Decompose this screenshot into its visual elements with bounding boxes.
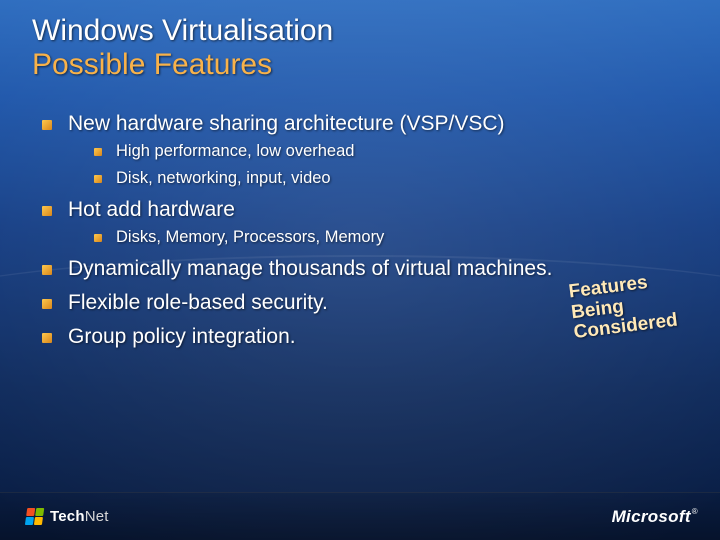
sub-bullet-list: High performance, low overhead Disk, net… (68, 142, 672, 188)
bullet-text: Hot add hardware (68, 198, 235, 221)
registered-mark: ® (691, 507, 698, 516)
sub-bullet-item: High performance, low overhead (94, 142, 672, 161)
sub-bullet-text: High performance, low overhead (116, 142, 354, 160)
bullet-item: Group policy integration. (40, 325, 672, 349)
technet-bold: Tech (50, 508, 85, 525)
bullet-item: New hardware sharing architecture (VSP/V… (40, 112, 672, 188)
sub-bullet-text: Disk, networking, input, video (116, 169, 331, 187)
title-line-2: Possible Features (32, 48, 333, 82)
bullet-text: New hardware sharing architecture (VSP/V… (68, 112, 505, 135)
bullet-text: Flexible role-based security. (68, 291, 328, 314)
bullet-item: Dynamically manage thousands of virtual … (40, 257, 672, 281)
title-block: Windows Virtualisation Possible Features (32, 14, 333, 81)
sub-bullet-text: Disks, Memory, Processors, Memory (116, 228, 384, 246)
bullet-item: Hot add hardware Disks, Memory, Processo… (40, 198, 672, 247)
bullet-item: Flexible role-based security. (40, 291, 672, 315)
technet-logo: TechNet (26, 508, 109, 526)
bullet-text: Group policy integration. (68, 325, 296, 348)
technet-rest: Net (85, 508, 109, 525)
microsoft-wordmark: Microsoft® (612, 507, 698, 527)
bullet-list: New hardware sharing architecture (VSP/V… (40, 112, 672, 349)
title-line-1: Windows Virtualisation (32, 14, 333, 48)
sub-bullet-item: Disk, networking, input, video (94, 169, 672, 188)
sub-bullet-item: Disks, Memory, Processors, Memory (94, 228, 672, 247)
microsoft-text: Microsoft (612, 507, 691, 526)
bullet-text: Dynamically manage thousands of virtual … (68, 257, 552, 280)
footer: TechNet Microsoft® (0, 492, 720, 540)
content-area: New hardware sharing architecture (VSP/V… (40, 112, 672, 359)
windows-flag-icon (25, 508, 46, 526)
slide: Windows Virtualisation Possible Features… (0, 0, 720, 540)
sub-bullet-list: Disks, Memory, Processors, Memory (68, 228, 672, 247)
technet-wordmark: TechNet (50, 508, 109, 525)
